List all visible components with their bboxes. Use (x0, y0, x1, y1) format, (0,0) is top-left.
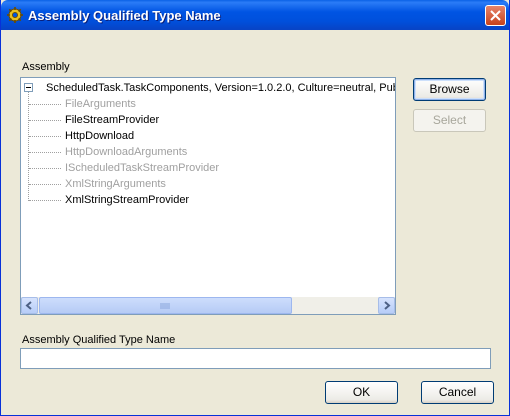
tree-node-xml-string-arguments[interactable]: XmlStringArguments (65, 176, 166, 192)
gear-icon (7, 7, 23, 23)
tree-node-file-stream-provider[interactable]: FileStreamProvider (65, 112, 159, 128)
tree-node-ischeduled-task-stream-provider[interactable]: IScheduledTaskStreamProvider (65, 160, 219, 176)
type-name-field[interactable] (20, 348, 491, 369)
title-bar[interactable]: Assembly Qualified Type Name (1, 0, 509, 30)
browse-button[interactable]: Browse (413, 78, 486, 101)
tree-node-http-download[interactable]: HttpDownload (65, 128, 134, 144)
tree-connector-h (29, 168, 61, 169)
assembly-tree[interactable]: ScheduledTask.TaskComponents, Version=1.… (20, 77, 396, 315)
scroll-right-button[interactable] (378, 297, 395, 314)
tree-connector-h (29, 152, 61, 153)
tree-connector-h (29, 136, 61, 137)
tree-root-node[interactable]: ScheduledTask.TaskComponents, Version=1.… (46, 80, 395, 96)
close-icon (490, 10, 501, 21)
cancel-button[interactable]: Cancel (421, 381, 494, 404)
horizontal-scrollbar[interactable] (21, 297, 395, 314)
scroll-left-button[interactable] (21, 297, 38, 314)
tree-node-file-arguments[interactable]: FileArguments (65, 96, 136, 112)
arrow-right-icon (384, 301, 391, 310)
scroll-thumb[interactable] (39, 297, 292, 314)
tree-connector-h (29, 200, 61, 201)
tree-connector-h (29, 104, 61, 105)
window-title: Assembly Qualified Type Name (28, 8, 221, 23)
tree-node-http-download-arguments[interactable]: HttpDownloadArguments (65, 144, 187, 160)
grip-icon (160, 303, 170, 309)
ok-button[interactable]: OK (325, 381, 398, 404)
tree-connector-h (29, 184, 61, 185)
dialog-window: Assembly Qualified Type Name Assembly Sc… (0, 0, 510, 416)
select-button[interactable]: Select (413, 109, 486, 132)
minus-icon[interactable] (24, 83, 33, 92)
tree-connector-h (29, 120, 61, 121)
tree-node-xml-string-stream-provider[interactable]: XmlStringStreamProvider (65, 192, 189, 208)
arrow-left-icon (25, 301, 32, 310)
type-name-label: Assembly Qualified Type Name (22, 334, 176, 346)
assembly-label: Assembly (22, 61, 70, 73)
close-button[interactable] (485, 5, 506, 26)
